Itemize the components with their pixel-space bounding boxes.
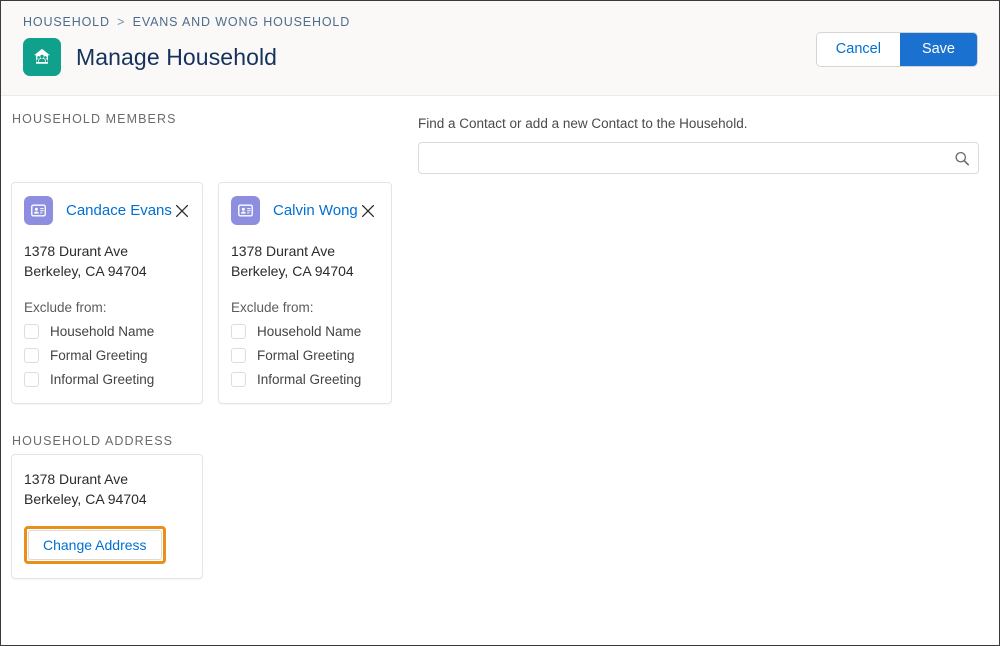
member-header: Calvin Wong (231, 196, 379, 225)
checkbox-label: Formal Greeting (257, 348, 355, 363)
household-address-line-2: Berkeley, CA 94704 (24, 491, 147, 507)
exclude-from-label: Exclude from: (24, 300, 107, 315)
exclude-household-name-row[interactable]: Household Name (231, 324, 379, 339)
member-card: Calvin Wong 1378 Durant Ave Berkeley, CA… (218, 182, 392, 404)
checkbox-household-name[interactable] (24, 324, 39, 339)
breadcrumb-parent-link[interactable]: HOUSEHOLD (23, 15, 110, 29)
find-contact-label: Find a Contact or add a new Contact to t… (418, 116, 748, 131)
cancel-button[interactable]: Cancel (816, 33, 900, 66)
contact-card-icon (231, 196, 260, 225)
close-icon[interactable] (361, 203, 376, 218)
left-column: HOUSEHOLD MEMBERS Candace Evans 1378 Dur… (1, 96, 411, 579)
member-address-line-1: 1378 Durant Ave (24, 243, 129, 259)
member-address-line-1: 1378 Durant Ave (231, 243, 336, 259)
household-address-line-1: 1378 Durant Ave (24, 471, 129, 487)
checkbox-label: Formal Greeting (50, 348, 148, 363)
page-header: HOUSEHOLD > EVANS AND WONG HOUSEHOLD Man… (1, 1, 999, 96)
checkbox-label: Household Name (50, 324, 155, 339)
household-members-list: Candace Evans 1378 Durant Ave Berkeley, … (11, 182, 411, 404)
header-actions: Cancel Save (816, 33, 977, 66)
exclude-formal-greeting-row[interactable]: Formal Greeting (24, 348, 190, 363)
checkbox-label: Household Name (257, 324, 362, 339)
contact-search-input[interactable] (418, 142, 979, 174)
checkbox-label: Informal Greeting (257, 372, 362, 387)
exclude-formal-greeting-row[interactable]: Formal Greeting (231, 348, 379, 363)
household-members-heading: HOUSEHOLD MEMBERS (12, 112, 177, 126)
checkbox-informal-greeting[interactable] (231, 372, 246, 387)
member-address-line-2: Berkeley, CA 94704 (24, 263, 147, 279)
breadcrumb: HOUSEHOLD > EVANS AND WONG HOUSEHOLD (23, 15, 979, 29)
exclude-household-name-row[interactable]: Household Name (24, 324, 190, 339)
member-header: Candace Evans (24, 196, 190, 225)
exclude-informal-greeting-row[interactable]: Informal Greeting (24, 372, 190, 387)
breadcrumb-separator: > (117, 15, 126, 29)
save-button[interactable]: Save (899, 33, 977, 66)
household-icon (23, 38, 61, 76)
search-icon[interactable] (953, 150, 970, 167)
member-card: Candace Evans 1378 Durant Ave Berkeley, … (11, 182, 203, 404)
checkbox-household-name[interactable] (231, 324, 246, 339)
page-title: Manage Household (76, 43, 278, 70)
checkbox-informal-greeting[interactable] (24, 372, 39, 387)
household-address-section: HOUSEHOLD ADDRESS 1378 Durant Ave Berkel… (11, 434, 411, 579)
exclude-informal-greeting-row[interactable]: Informal Greeting (231, 372, 379, 387)
change-address-highlight: Change Address (24, 526, 166, 564)
checkbox-label: Informal Greeting (50, 372, 155, 387)
change-address-button[interactable]: Change Address (28, 530, 162, 560)
contact-card-icon (24, 196, 53, 225)
exclude-from-label: Exclude from: (231, 300, 314, 315)
close-icon[interactable] (175, 203, 190, 218)
household-address-heading: HOUSEHOLD ADDRESS (12, 434, 174, 448)
member-address-line-2: Berkeley, CA 94704 (231, 263, 354, 279)
contact-search-wrapper (418, 142, 979, 174)
right-column: Find a Contact or add a new Contact to t… (411, 96, 999, 579)
page-body: HOUSEHOLD MEMBERS Candace Evans 1378 Dur… (1, 96, 999, 579)
member-name-link[interactable]: Candace Evans (66, 202, 172, 219)
household-address-card: 1378 Durant Ave Berkeley, CA 94704 Chang… (11, 454, 203, 579)
breadcrumb-current-link[interactable]: EVANS AND WONG HOUSEHOLD (133, 15, 350, 29)
checkbox-formal-greeting[interactable] (24, 348, 39, 363)
manage-household-page: HOUSEHOLD > EVANS AND WONG HOUSEHOLD Man… (0, 0, 1000, 646)
member-name-link[interactable]: Calvin Wong (273, 202, 358, 219)
checkbox-formal-greeting[interactable] (231, 348, 246, 363)
